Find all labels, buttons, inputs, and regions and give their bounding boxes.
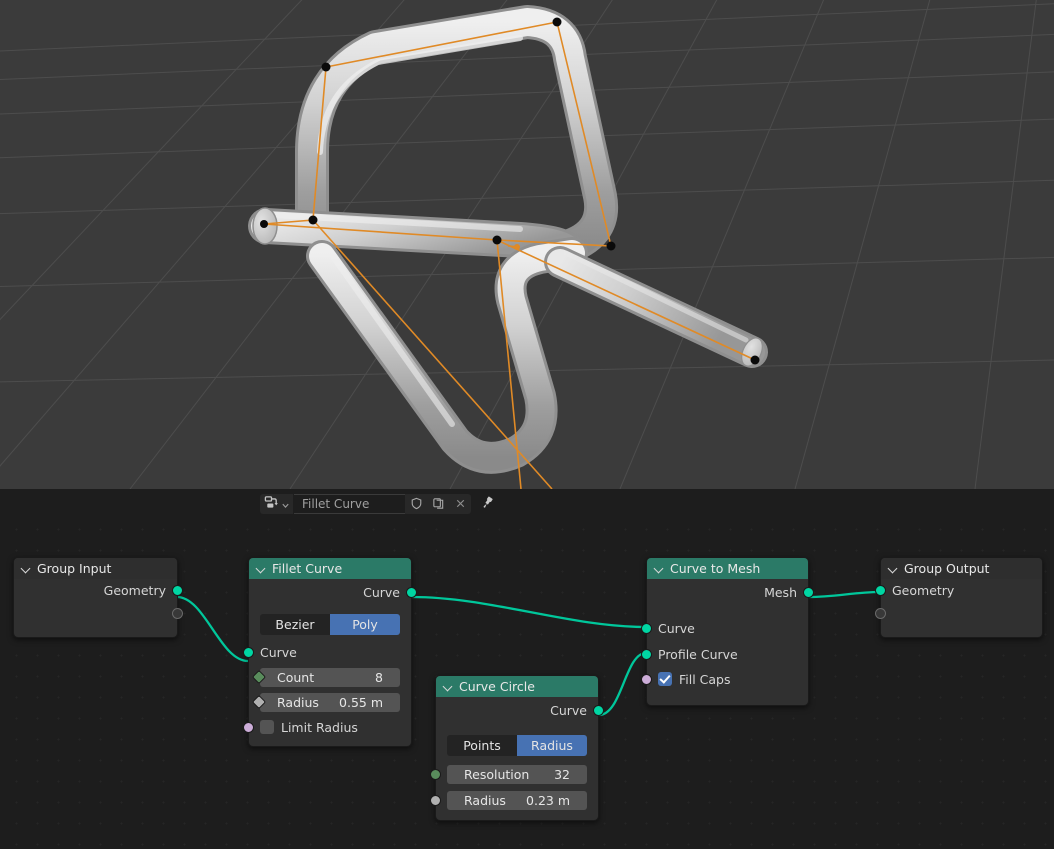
socket-row-curve-out[interactable]: Curve bbox=[249, 579, 411, 605]
mode-toggle-group[interactable]: Points Radius bbox=[447, 735, 587, 756]
radius-label: Radius bbox=[464, 793, 506, 808]
mode-option-radius[interactable]: Radius bbox=[517, 735, 587, 756]
output-socket-curve[interactable] bbox=[593, 705, 604, 716]
input-socket-resolution[interactable] bbox=[430, 769, 441, 780]
node-editor-header: Fillet Curve bbox=[0, 489, 1054, 519]
node-tree-browse-icon bbox=[264, 495, 279, 514]
mode-option-poly[interactable]: Poly bbox=[330, 614, 400, 635]
radius-slider[interactable]: Radius 0.55 m bbox=[260, 693, 400, 712]
radius-value: 0.23 m bbox=[526, 793, 570, 808]
socket-row-mesh-out[interactable]: Mesh bbox=[647, 579, 808, 605]
input-socket-profile-curve[interactable] bbox=[641, 649, 652, 660]
socket-label: Curve bbox=[260, 645, 297, 660]
node-group-output[interactable]: Group Output Geometry bbox=[880, 557, 1043, 638]
field-radius[interactable]: Radius 0.23 m bbox=[436, 787, 598, 813]
socket-label: Geometry bbox=[892, 583, 954, 598]
mode-option-bezier[interactable]: Bezier bbox=[260, 614, 330, 635]
close-icon bbox=[454, 495, 467, 514]
socket-row-curve-in[interactable]: Curve bbox=[249, 640, 411, 665]
node-curve-circle[interactable]: Curve Circle Curve Points Radius Resolut… bbox=[435, 675, 599, 821]
chevron-down-icon[interactable] bbox=[22, 564, 31, 573]
node-header-curve-circle[interactable]: Curve Circle bbox=[436, 676, 598, 697]
input-socket-virtual[interactable] bbox=[875, 608, 886, 619]
curve-active-point bbox=[514, 244, 520, 250]
socket-label: Geometry bbox=[104, 583, 166, 598]
duplicate-button[interactable] bbox=[427, 494, 449, 514]
socket-row-geometry-out[interactable]: Geometry bbox=[14, 579, 177, 602]
node-title: Curve Circle bbox=[459, 679, 535, 694]
fill-caps-checkbox[interactable] bbox=[658, 672, 672, 686]
chevron-down-icon[interactable] bbox=[257, 564, 266, 573]
radius-value: 0.55 m bbox=[339, 695, 383, 710]
socket-label: Profile Curve bbox=[658, 647, 738, 662]
node-header-fillet-curve[interactable]: Fillet Curve bbox=[249, 558, 411, 579]
node-title: Group Output bbox=[904, 561, 989, 576]
chevron-down-icon[interactable] bbox=[444, 682, 453, 691]
count-label: Count bbox=[277, 670, 314, 685]
field-limit-radius[interactable]: Limit Radius bbox=[249, 715, 411, 739]
output-socket-geometry[interactable] bbox=[172, 585, 183, 596]
node-group-input[interactable]: Group Input Geometry bbox=[13, 557, 178, 638]
chevron-down-icon[interactable] bbox=[889, 564, 898, 573]
field-count[interactable]: Count 8 bbox=[249, 665, 411, 689]
socket-label: Curve bbox=[658, 621, 695, 636]
fake-user-button[interactable] bbox=[405, 494, 427, 514]
socket-row-virtual-in[interactable] bbox=[881, 602, 1042, 625]
socket-row-curve-in[interactable]: Curve bbox=[647, 615, 808, 641]
field-radius[interactable]: Radius 0.55 m bbox=[249, 689, 411, 715]
node-tree-browse-button[interactable] bbox=[260, 494, 293, 514]
socket-label: Curve bbox=[550, 703, 587, 718]
socket-row-virtual-out[interactable] bbox=[14, 602, 177, 625]
mode-toggle-group[interactable]: Bezier Poly bbox=[260, 614, 400, 635]
geometry-node-editor[interactable]: Fillet Curve bbox=[0, 489, 1054, 849]
chevron-down-icon[interactable] bbox=[655, 564, 664, 573]
resolution-value: 32 bbox=[554, 767, 570, 782]
radius-slider[interactable]: Radius 0.23 m bbox=[447, 791, 587, 810]
datablock-name-field[interactable]: Fillet Curve bbox=[294, 494, 405, 514]
count-slider[interactable]: Count 8 bbox=[260, 668, 400, 687]
socket-label: Mesh bbox=[764, 585, 797, 600]
resolution-label: Resolution bbox=[464, 767, 529, 782]
node-title: Curve to Mesh bbox=[670, 561, 760, 576]
unlink-button[interactable] bbox=[449, 494, 471, 514]
node-header-group-output[interactable]: Group Output bbox=[881, 558, 1042, 579]
output-socket-curve[interactable] bbox=[406, 587, 417, 598]
field-resolution[interactable]: Resolution 32 bbox=[436, 761, 598, 787]
output-socket-mesh[interactable] bbox=[803, 587, 814, 598]
3d-viewport[interactable] bbox=[0, 0, 1054, 489]
input-socket-curve[interactable] bbox=[243, 647, 254, 658]
limit-radius-label: Limit Radius bbox=[281, 720, 358, 735]
socket-label: Curve bbox=[363, 585, 400, 600]
chevron-down-icon bbox=[281, 495, 290, 514]
input-socket-radius[interactable] bbox=[430, 795, 441, 806]
input-socket-fill-caps[interactable] bbox=[641, 674, 652, 685]
resolution-slider[interactable]: Resolution 32 bbox=[447, 765, 587, 784]
socket-row-geometry-in[interactable]: Geometry bbox=[881, 579, 1042, 602]
copy-icon bbox=[432, 495, 445, 514]
limit-radius-checkbox[interactable] bbox=[260, 720, 274, 734]
node-title: Group Input bbox=[37, 561, 111, 576]
datablock-action-buttons bbox=[405, 494, 471, 514]
socket-row-profile-curve-in[interactable]: Profile Curve bbox=[647, 641, 808, 667]
socket-row-curve-out[interactable]: Curve bbox=[436, 697, 598, 724]
pin-button[interactable] bbox=[476, 494, 498, 514]
node-fillet-curve[interactable]: Fillet Curve Curve Bezier Poly Curve bbox=[248, 557, 412, 747]
node-header-curve-to-mesh[interactable]: Curve to Mesh bbox=[647, 558, 808, 579]
node-title: Fillet Curve bbox=[272, 561, 342, 576]
input-socket-geometry[interactable] bbox=[875, 585, 886, 596]
fill-caps-label: Fill Caps bbox=[679, 672, 731, 687]
pin-icon bbox=[480, 495, 495, 514]
shield-icon bbox=[410, 495, 423, 514]
input-socket-curve[interactable] bbox=[641, 623, 652, 634]
input-socket-limit-radius[interactable] bbox=[243, 722, 254, 733]
mode-option-points[interactable]: Points bbox=[447, 735, 517, 756]
node-curve-to-mesh[interactable]: Curve to Mesh Mesh Curve Profile Curve bbox=[646, 557, 809, 706]
radius-label: Radius bbox=[277, 695, 319, 710]
node-header-group-input[interactable]: Group Input bbox=[14, 558, 177, 579]
output-socket-virtual[interactable] bbox=[172, 608, 183, 619]
field-fill-caps[interactable]: Fill Caps bbox=[647, 667, 808, 691]
count-value: 8 bbox=[375, 670, 383, 685]
